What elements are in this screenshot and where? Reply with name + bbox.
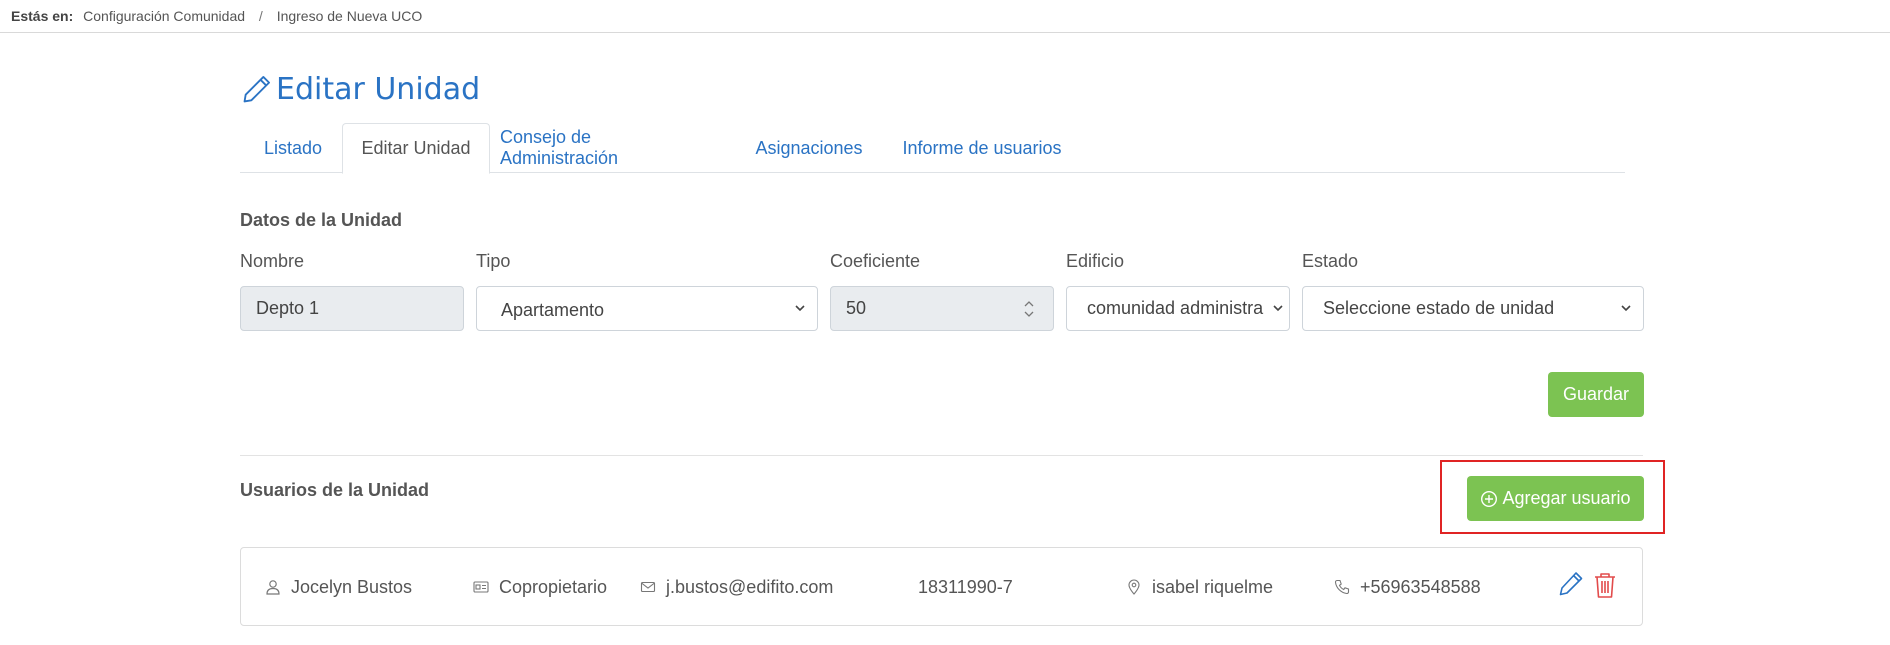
nombre-field[interactable]: Depto 1 [240,286,464,331]
user-role-item: Copropietario [473,576,607,598]
unit-users-title: Usuarios de la Unidad [240,480,430,500]
nombre-label: Nombre [240,251,305,271]
breadcrumb-item-ingreso: Ingreso de Nueva UCO [276,8,423,24]
tab-listado[interactable]: Listado [240,123,346,173]
estado-label: Estado [1302,251,1359,271]
phone-icon [1334,579,1350,595]
chevron-down-icon [795,305,805,312]
section-divider [240,455,1643,456]
breadcrumb-bar: Estás en: Configuración Comunidad / Ingr… [0,0,1890,33]
add-user-label: Agregar usuario [1502,488,1631,508]
user-phone: +56963548588 [1360,576,1481,597]
user-name: Jocelyn Bustos [291,576,413,597]
page-title-text: Editar Unidad [276,71,481,107]
add-user-button[interactable]: Agregar usuario [1467,476,1644,521]
tab-editar-unidad[interactable]: Editar Unidad [342,123,490,174]
breadcrumb: Estás en: Configuración Comunidad / Ingr… [11,8,422,24]
estado-value: Seleccione estado de unidad [1323,298,1555,318]
user-role: Copropietario [499,576,608,597]
coeficiente-label: Coeficiente [830,251,921,271]
user-email: j.bustos@edifito.com [666,576,834,597]
edificio-select[interactable]: comunidad administra [1066,286,1290,331]
tab-consejo-administracion[interactable]: Consejo de Administración [500,123,712,173]
chevron-down-icon [1271,301,1285,315]
user-address-item: isabel riquelme [1126,576,1273,598]
tab-bar: Listado Editar Unidad Consejo de Adminis… [240,123,1625,174]
tab-informe-usuarios[interactable]: Informe de usuarios [901,123,1063,173]
pencil-icon [243,76,270,103]
estado-select[interactable]: Seleccione estado de unidad [1302,286,1644,331]
tipo-select[interactable]: Apartamento [476,286,818,331]
user-phone-item: +56963548588 [1334,576,1481,598]
plus-circle-icon [1481,490,1498,507]
chevron-down-icon [1621,305,1631,312]
tipo-value: Apartamento [501,300,605,320]
user-rut: 18311990-7 [918,576,1013,597]
coeficiente-field[interactable]: 50 [830,286,1054,331]
mail-icon [640,581,656,593]
edificio-label: Edificio [1066,251,1125,271]
user-name-item: Jocelyn Bustos [265,576,412,598]
user-email-item: j.bustos@edifito.com [640,576,833,598]
edificio-value: comunidad administra [1087,298,1264,318]
id-card-icon [473,581,489,593]
coeficiente-value: 50 [846,298,867,318]
nombre-value: Depto 1 [256,298,320,318]
unit-data-title: Datos de la Unidad [240,210,403,230]
page-title: Editar Unidad [240,67,480,111]
breadcrumb-separator: / [258,8,263,24]
user-card: Jocelyn Bustos Copropietario j.bustos@ed… [240,547,1643,626]
location-pin-icon [1128,579,1140,595]
save-button[interactable]: Guardar [1548,372,1644,417]
breadcrumb-item-configuracion[interactable]: Configuración Comunidad [83,8,245,24]
tipo-label: Tipo [476,251,511,271]
tab-asignaciones[interactable]: Asignaciones [751,123,867,173]
user-address: isabel riquelme [1152,576,1274,597]
breadcrumb-prefix: Estás en: [11,8,74,24]
edit-user-icon[interactable] [1557,570,1585,600]
delete-user-icon[interactable] [1591,570,1619,600]
user-icon [266,580,280,595]
spinner-arrows-icon[interactable] [1023,299,1035,319]
user-rut-item: 18311990-7 [918,576,1013,598]
